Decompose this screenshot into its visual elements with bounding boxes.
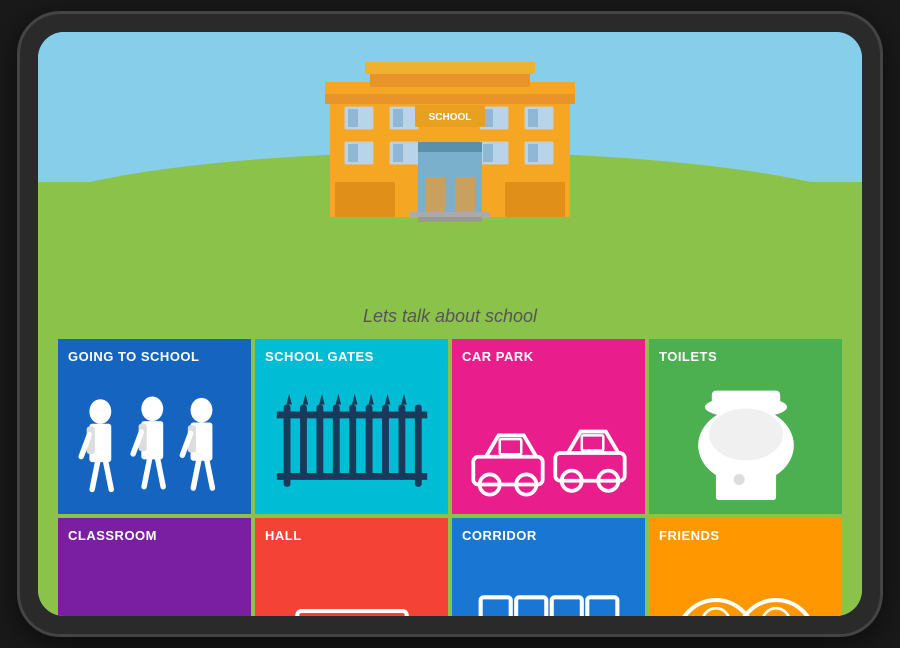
school-building: SCHOOL <box>310 57 590 237</box>
scene: SCHOOL <box>38 32 862 292</box>
tablet-frame: SCHOOL <box>20 14 880 634</box>
topic-grid: GOING TO SCHOOL <box>58 339 842 616</box>
content-area: Lets talk about school GOING TO SCHOOL <box>38 292 862 616</box>
icon-gates <box>269 391 433 514</box>
svg-text:SCHOOL: SCHOOL <box>429 112 472 123</box>
icon-toilet <box>663 377 827 514</box>
cell-label-car-park: CAR PARK <box>462 349 534 364</box>
cell-toilets[interactable]: TOILETS <box>649 339 842 514</box>
cell-classroom[interactable]: CLASSROOM <box>58 518 251 616</box>
cell-school-gates[interactable]: SCHOOL GATES <box>255 339 448 514</box>
cell-hall[interactable]: HALL <box>255 518 448 616</box>
cell-label-toilets: TOILETS <box>659 349 717 364</box>
cell-going-to-school[interactable]: GOING TO SCHOOL <box>58 339 251 514</box>
cell-friends[interactable]: FRIENDS <box>649 518 842 616</box>
cell-label-hall: HALL <box>265 528 302 543</box>
icon-students <box>72 391 236 514</box>
cell-car-park[interactable]: CAR PARK <box>452 339 645 514</box>
cell-label-corridor: CORRIDOR <box>462 528 537 543</box>
icon-cars <box>466 400 630 514</box>
cell-label-friends: FRIENDS <box>659 528 720 543</box>
tagline: Lets talk about school <box>363 306 537 327</box>
icon-hall <box>269 570 433 616</box>
cell-label-school-gates: SCHOOL GATES <box>265 349 374 364</box>
icon-friends <box>663 570 827 616</box>
tablet-screen: SCHOOL <box>38 32 862 616</box>
icon-classroom <box>72 570 236 616</box>
icon-corridor <box>466 570 630 616</box>
cell-corridor[interactable]: CORRIDOR <box>452 518 645 616</box>
cell-label-going-to-school: GOING TO SCHOOL <box>68 349 200 364</box>
cell-label-classroom: CLASSROOM <box>68 528 157 543</box>
